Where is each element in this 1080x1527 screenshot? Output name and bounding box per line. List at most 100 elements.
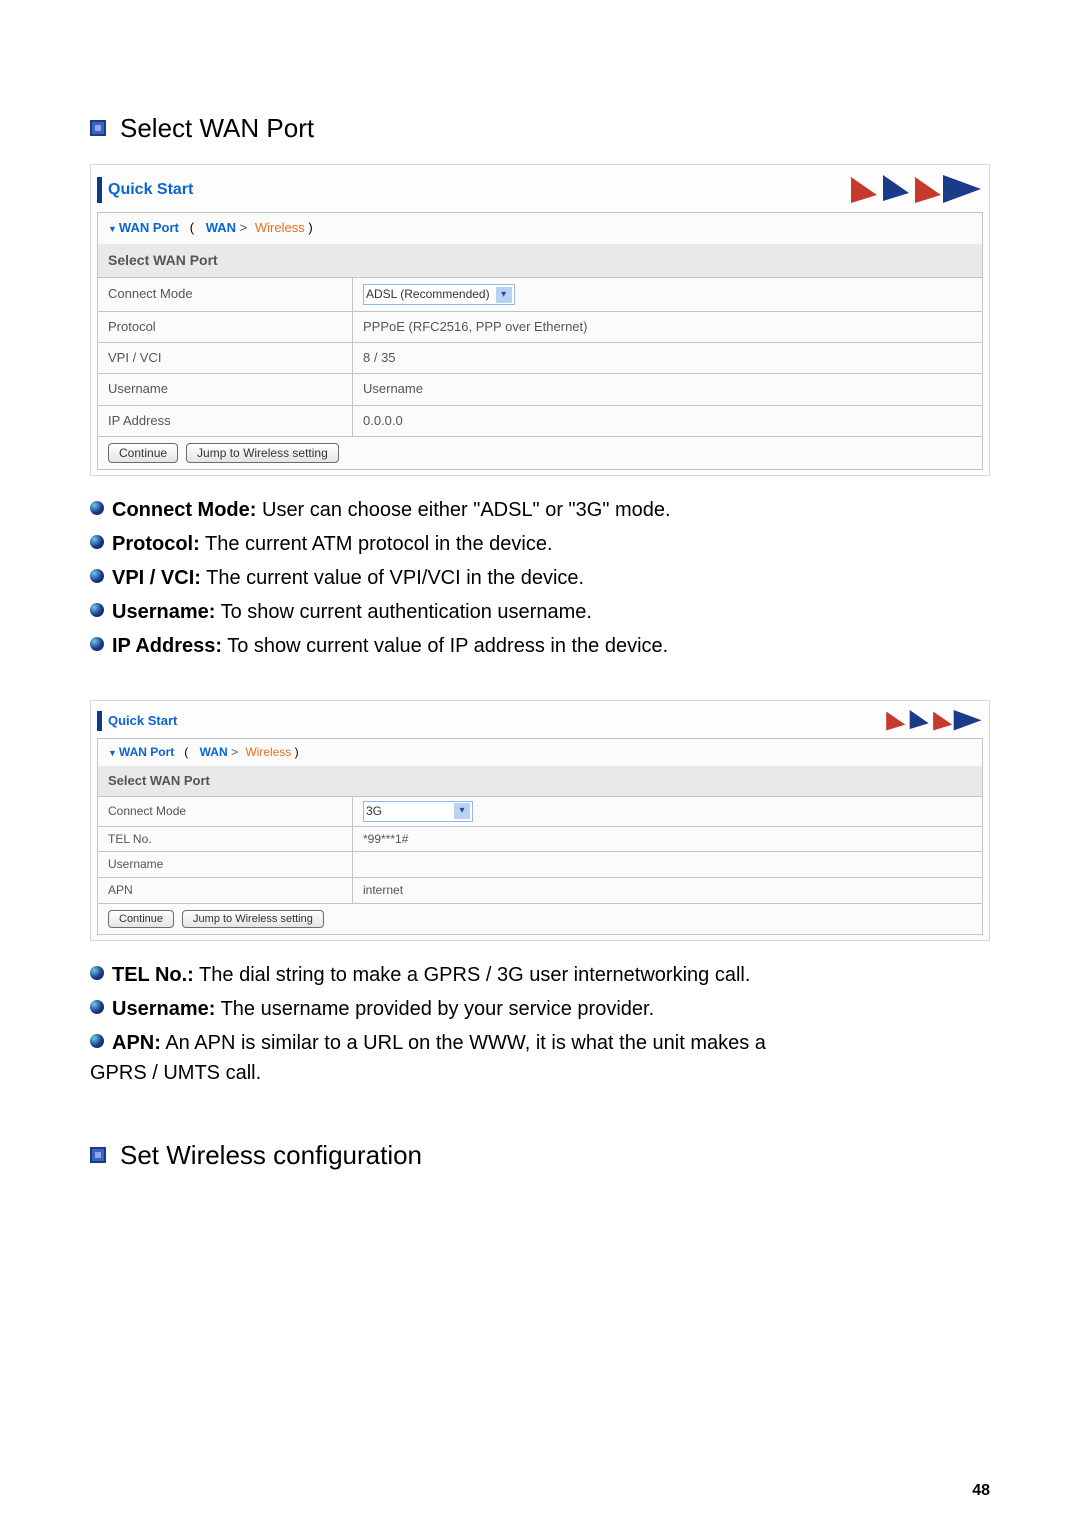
title-accent-bar [97,711,102,731]
sphere-bullet-icon [90,637,104,651]
breadcrumb-wireless[interactable]: Wireless [255,220,305,235]
section-subhead: Select WAN Port [97,766,983,796]
breadcrumb-wanport[interactable]: WAN Port [108,220,179,235]
desc-body: The username provided by your service pr… [215,998,654,1020]
list-item: APN: An APN is similar to a URL on the W… [90,1029,990,1057]
chevron-down-icon: ▾ [496,287,512,303]
value-ipaddress: 0.0.0.0 [353,405,983,436]
list-item: Connect Mode: User can choose either "AD… [90,496,990,524]
button-row: Continue Jump to Wireless setting [97,904,983,935]
brand-logo [833,171,983,209]
value-telno: *99***1# [353,826,983,852]
value-username: Username [353,374,983,405]
desc-body: The current ATM protocol in the device. [200,533,553,555]
table-row: Protocol PPPoE (RFC2516, PPP over Ethern… [98,311,983,342]
table-row: Connect Mode ADSL (Recommended) ▾ [98,278,983,312]
section-heading: Select WAN Port [90,110,990,146]
desc-body: To show current value of IP address in t… [222,635,668,657]
desc-continuation: GPRS / UMTS call. [90,1059,990,1087]
breadcrumb-wan[interactable]: WAN [206,220,236,235]
section-subhead: Select WAN Port [97,244,983,278]
desc-body: The dial string to make a GPRS / 3G user… [194,964,751,986]
jump-to-wireless-button[interactable]: Jump to Wireless setting [182,910,324,928]
desc-bold: TEL No.: [112,964,194,986]
continue-button[interactable]: Continue [108,910,174,928]
sphere-bullet-icon [90,501,104,515]
label-connect-mode: Connect Mode [98,278,353,312]
square-bullet-icon [90,120,106,136]
label-username: Username [98,852,353,878]
value-username [353,852,983,878]
list-item: IP Address: To show current value of IP … [90,632,990,660]
breadcrumb: WAN Port ( WAN > Wireless ) [97,212,983,243]
config-table: Connect Mode ADSL (Recommended) ▾ Protoc… [97,277,983,437]
breadcrumb-wan[interactable]: WAN [200,745,228,759]
label-connect-mode: Connect Mode [98,796,353,826]
sphere-bullet-icon [90,569,104,583]
breadcrumb-wanport[interactable]: WAN Port [108,745,174,759]
sphere-bullet-icon [90,1000,104,1014]
brand-logo [873,707,983,735]
page-number: 48 [972,1480,990,1502]
heading-text: Set Wireless configuration [120,1137,422,1173]
label-protocol: Protocol [98,311,353,342]
value-protocol: PPPoE (RFC2516, PPP over Ethernet) [353,311,983,342]
table-row: Username Username [98,374,983,405]
connect-mode-select[interactable]: 3G ▾ [363,801,473,822]
chevron-down-icon: ▾ [454,803,470,819]
desc-body: To show current authentication username. [215,601,592,623]
value-apn: internet [353,878,983,904]
list-item: TEL No.: The dial string to make a GPRS … [90,961,990,989]
continue-button[interactable]: Continue [108,443,178,463]
quickstart-panel-adsl: Quick Start WAN Port ( WAN > Wireless ) … [90,164,990,475]
breadcrumb-wireless[interactable]: Wireless [245,745,291,759]
table-row: TEL No. *99***1# [98,826,983,852]
desc-bold: IP Address: [112,635,222,657]
desc-bold: Username: [112,601,215,623]
table-row: APN internet [98,878,983,904]
section-heading: Set Wireless configuration [90,1137,990,1173]
value-vpivci: 8 / 35 [353,343,983,374]
sphere-bullet-icon [90,535,104,549]
table-row: Connect Mode 3G ▾ [98,796,983,826]
select-value: ADSL (Recommended) [366,286,490,303]
label-apn: APN [98,878,353,904]
description-list-3g: TEL No.: The dial string to make a GPRS … [90,961,990,1087]
desc-bold: Connect Mode: [112,499,256,521]
sphere-bullet-icon [90,1034,104,1048]
config-table: Connect Mode 3G ▾ TEL No. *99***1# Usern… [97,796,983,904]
heading-text: Select WAN Port [120,110,314,146]
label-ipaddress: IP Address [98,405,353,436]
label-telno: TEL No. [98,826,353,852]
desc-bold: VPI / VCI: [112,567,201,589]
title-accent-bar [97,177,102,203]
table-row: Username [98,852,983,878]
desc-bold: Username: [112,998,215,1020]
connect-mode-select[interactable]: ADSL (Recommended) ▾ [363,284,515,305]
sphere-bullet-icon [90,966,104,980]
label-username: Username [98,374,353,405]
select-value: 3G [366,803,382,820]
desc-body: User can choose either "ADSL" or "3G" mo… [256,499,670,521]
list-item: Protocol: The current ATM protocol in th… [90,530,990,558]
desc-bold: Protocol: [112,533,200,555]
label-vpivci: VPI / VCI [98,343,353,374]
desc-body: The current value of VPI/VCI in the devi… [201,567,584,589]
panel-header: Quick Start [97,170,983,210]
panel-title: Quick Start [108,712,177,730]
sphere-bullet-icon [90,603,104,617]
jump-to-wireless-button[interactable]: Jump to Wireless setting [186,443,339,463]
square-bullet-icon [90,1147,106,1163]
table-row: IP Address 0.0.0.0 [98,405,983,436]
description-list-adsl: Connect Mode: User can choose either "AD… [90,496,990,660]
table-row: VPI / VCI 8 / 35 [98,343,983,374]
list-item: VPI / VCI: The current value of VPI/VCI … [90,564,990,592]
desc-bold: APN: [112,1032,161,1054]
desc-body: An APN is similar to a URL on the WWW, i… [161,1032,766,1054]
panel-title: Quick Start [108,179,193,201]
breadcrumb: WAN Port ( WAN > Wireless ) [97,738,983,766]
button-row: Continue Jump to Wireless setting [97,437,983,470]
list-item: Username: To show current authentication… [90,598,990,626]
list-item: Username: The username provided by your … [90,995,990,1023]
panel-header: Quick Start [97,706,983,736]
